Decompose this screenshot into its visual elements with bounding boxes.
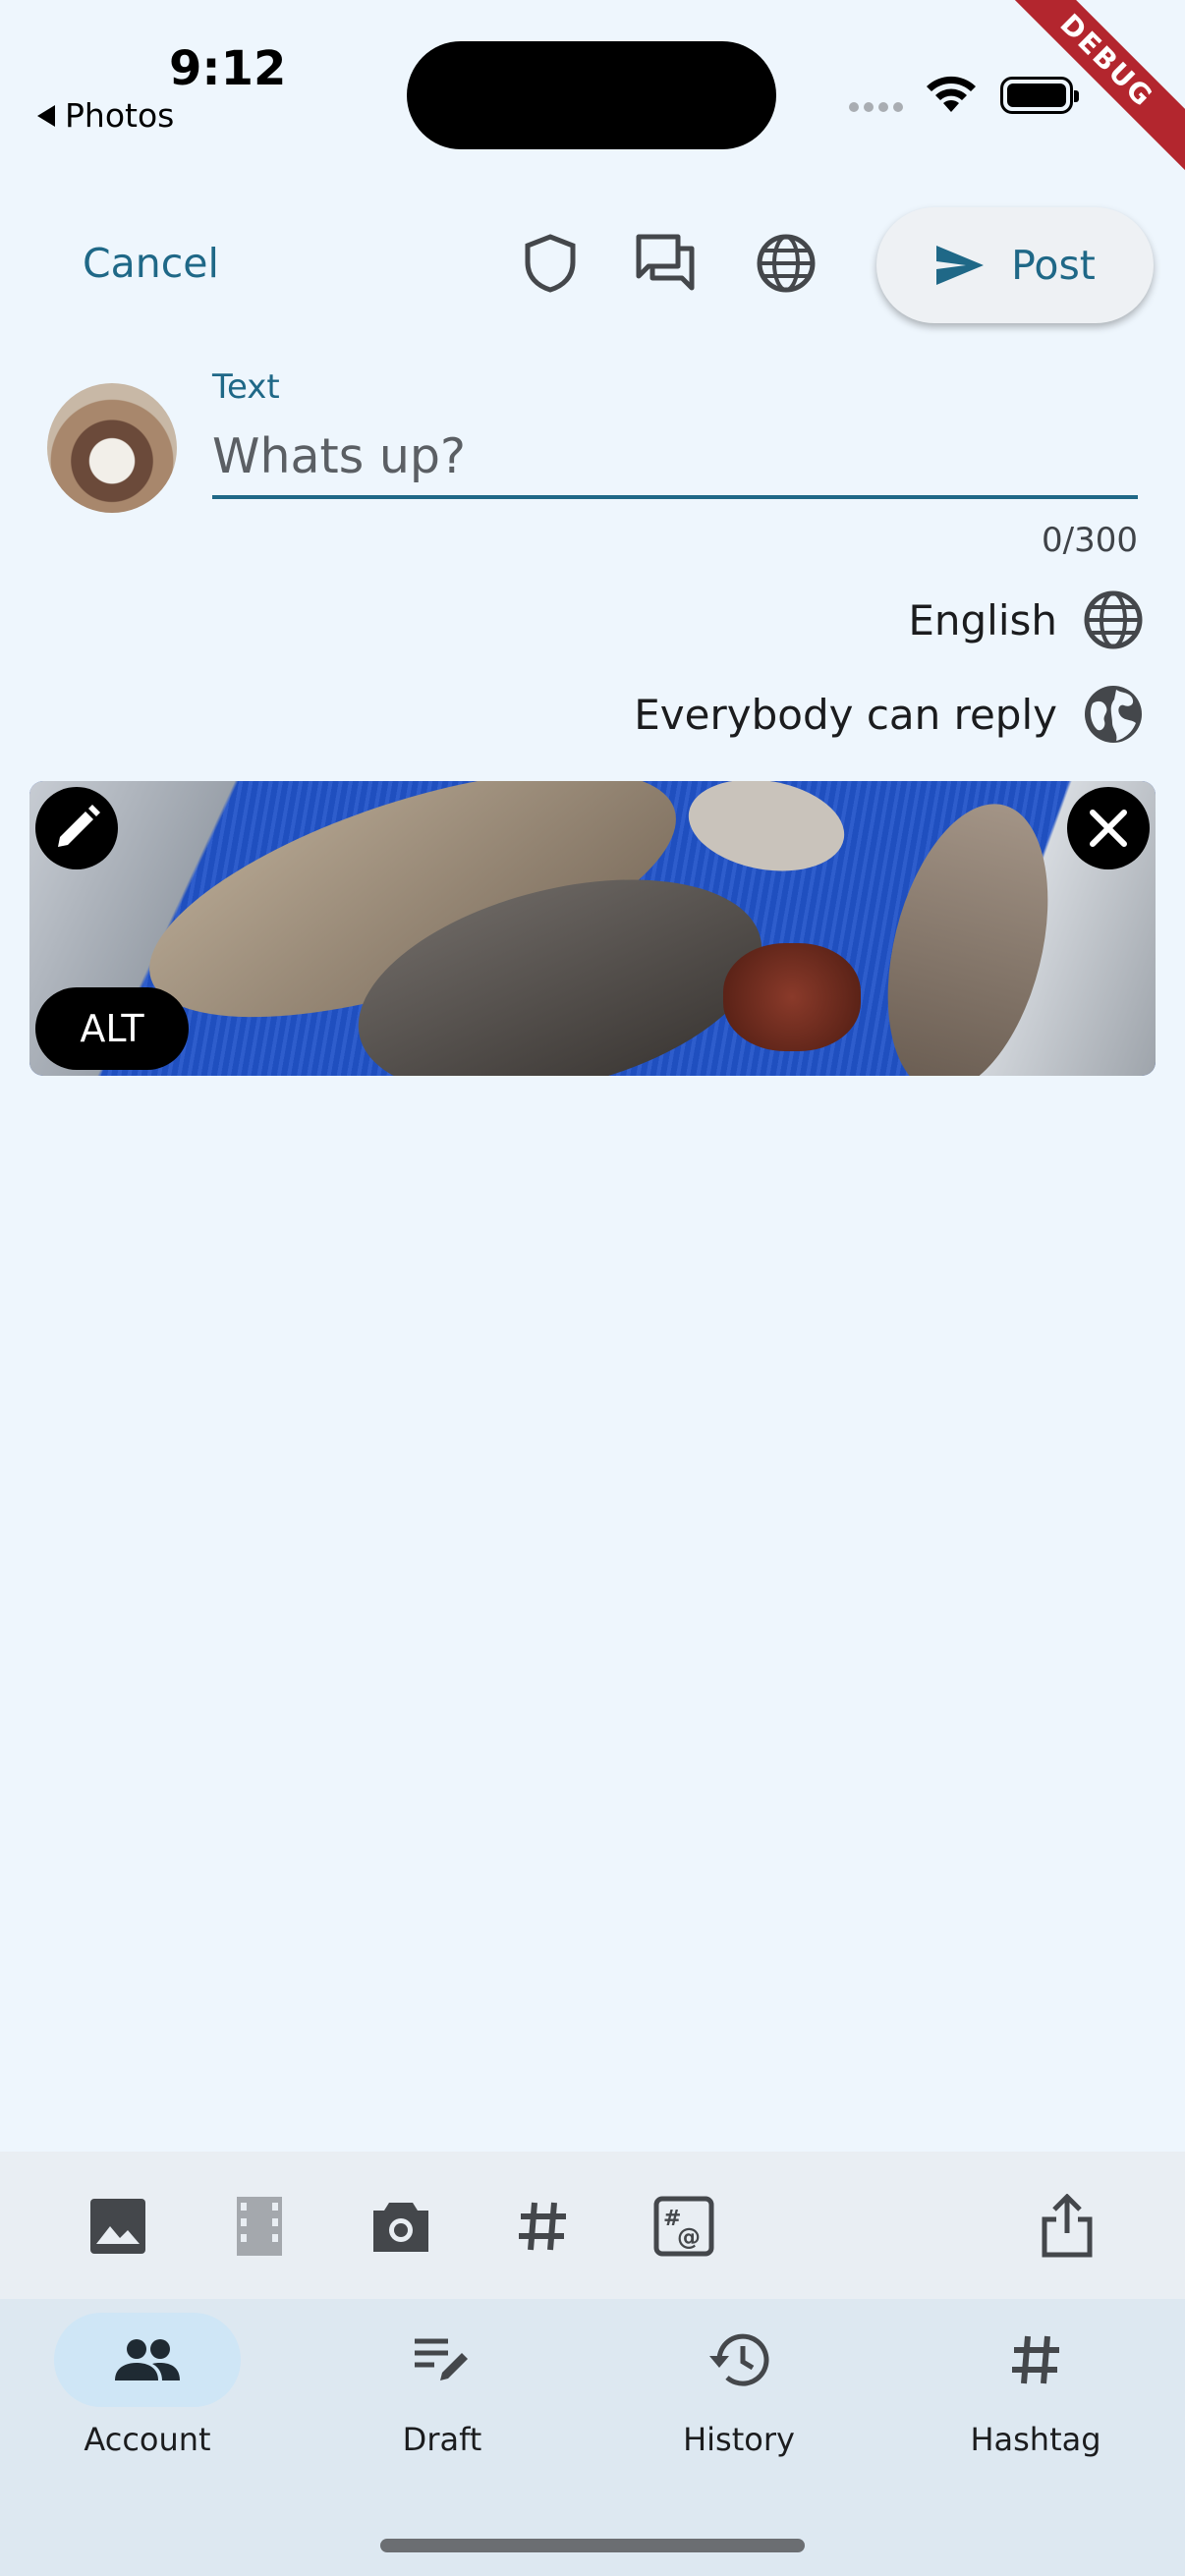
compose-action-bar: # @ (0, 2152, 1185, 2299)
nav-item-account[interactable]: Account (29, 2313, 265, 2458)
home-indicator[interactable] (380, 2539, 805, 2552)
nav-active-indicator (54, 2313, 241, 2407)
share-icon[interactable] (1030, 2189, 1104, 2264)
cellular-signal-icon (849, 102, 903, 112)
hashtag-icon[interactable] (505, 2189, 580, 2264)
back-triangle-icon (37, 104, 55, 127)
camera-icon[interactable] (364, 2189, 438, 2264)
dynamic-island (407, 41, 776, 149)
avatar[interactable] (47, 383, 177, 513)
language-selector[interactable]: English (908, 589, 1144, 650)
text-input[interactable] (212, 417, 1138, 499)
nav-item-history[interactable]: History (621, 2313, 857, 2458)
nav-label-draft: Draft (402, 2421, 482, 2458)
close-icon (1090, 810, 1127, 847)
nav-icon-container (349, 2313, 536, 2407)
public-earth-icon (1085, 686, 1142, 743)
language-label: English (908, 595, 1057, 644)
shield-icon[interactable] (519, 232, 582, 295)
bottom-navigation: Account Draft History Hashtag (0, 2299, 1185, 2576)
reply-setting-label: Everybody can reply (634, 690, 1057, 739)
post-label: Post (1011, 242, 1096, 289)
people-icon (115, 2339, 180, 2380)
remove-image-button[interactable] (1067, 787, 1150, 869)
attached-image[interactable]: ALT (29, 781, 1156, 1076)
back-to-app-link[interactable]: Photos (37, 96, 174, 135)
mention-tag-icon[interactable]: # @ (647, 2189, 721, 2264)
battery-icon (1000, 77, 1079, 114)
alt-text-button[interactable]: ALT (35, 987, 189, 1070)
nav-item-hashtag[interactable]: Hashtag (918, 2313, 1154, 2458)
post-button[interactable]: Post (876, 207, 1154, 323)
cancel-button[interactable]: Cancel (83, 240, 219, 287)
nav-label-hashtag: Hashtag (970, 2421, 1101, 2458)
status-time: 9:12 (169, 41, 287, 96)
nav-label-account: Account (84, 2421, 211, 2458)
forum-icon[interactable] (635, 232, 698, 295)
svg-text:@: @ (677, 2223, 701, 2251)
character-counter: 0/300 (1042, 521, 1138, 560)
text-field-label: Text (212, 367, 280, 407)
nav-icon-container (646, 2313, 832, 2407)
video-icon[interactable] (222, 2189, 297, 2264)
edit-image-button[interactable] (35, 787, 118, 869)
back-app-label: Photos (65, 96, 175, 135)
nav-item-draft[interactable]: Draft (324, 2313, 560, 2458)
image-icon[interactable] (81, 2189, 155, 2264)
send-icon (936, 246, 985, 285)
nav-icon-container (942, 2313, 1129, 2407)
globe-icon[interactable] (755, 232, 818, 295)
language-globe-icon (1084, 590, 1143, 649)
pencil-icon (58, 805, 100, 847)
draft-edit-icon (415, 2338, 468, 2380)
reply-setting-selector[interactable]: Everybody can reply (634, 684, 1144, 745)
history-icon (709, 2333, 769, 2386)
wifi-icon (924, 73, 979, 120)
hashtag-icon (1012, 2335, 1059, 2384)
nav-label-history: History (683, 2421, 795, 2458)
